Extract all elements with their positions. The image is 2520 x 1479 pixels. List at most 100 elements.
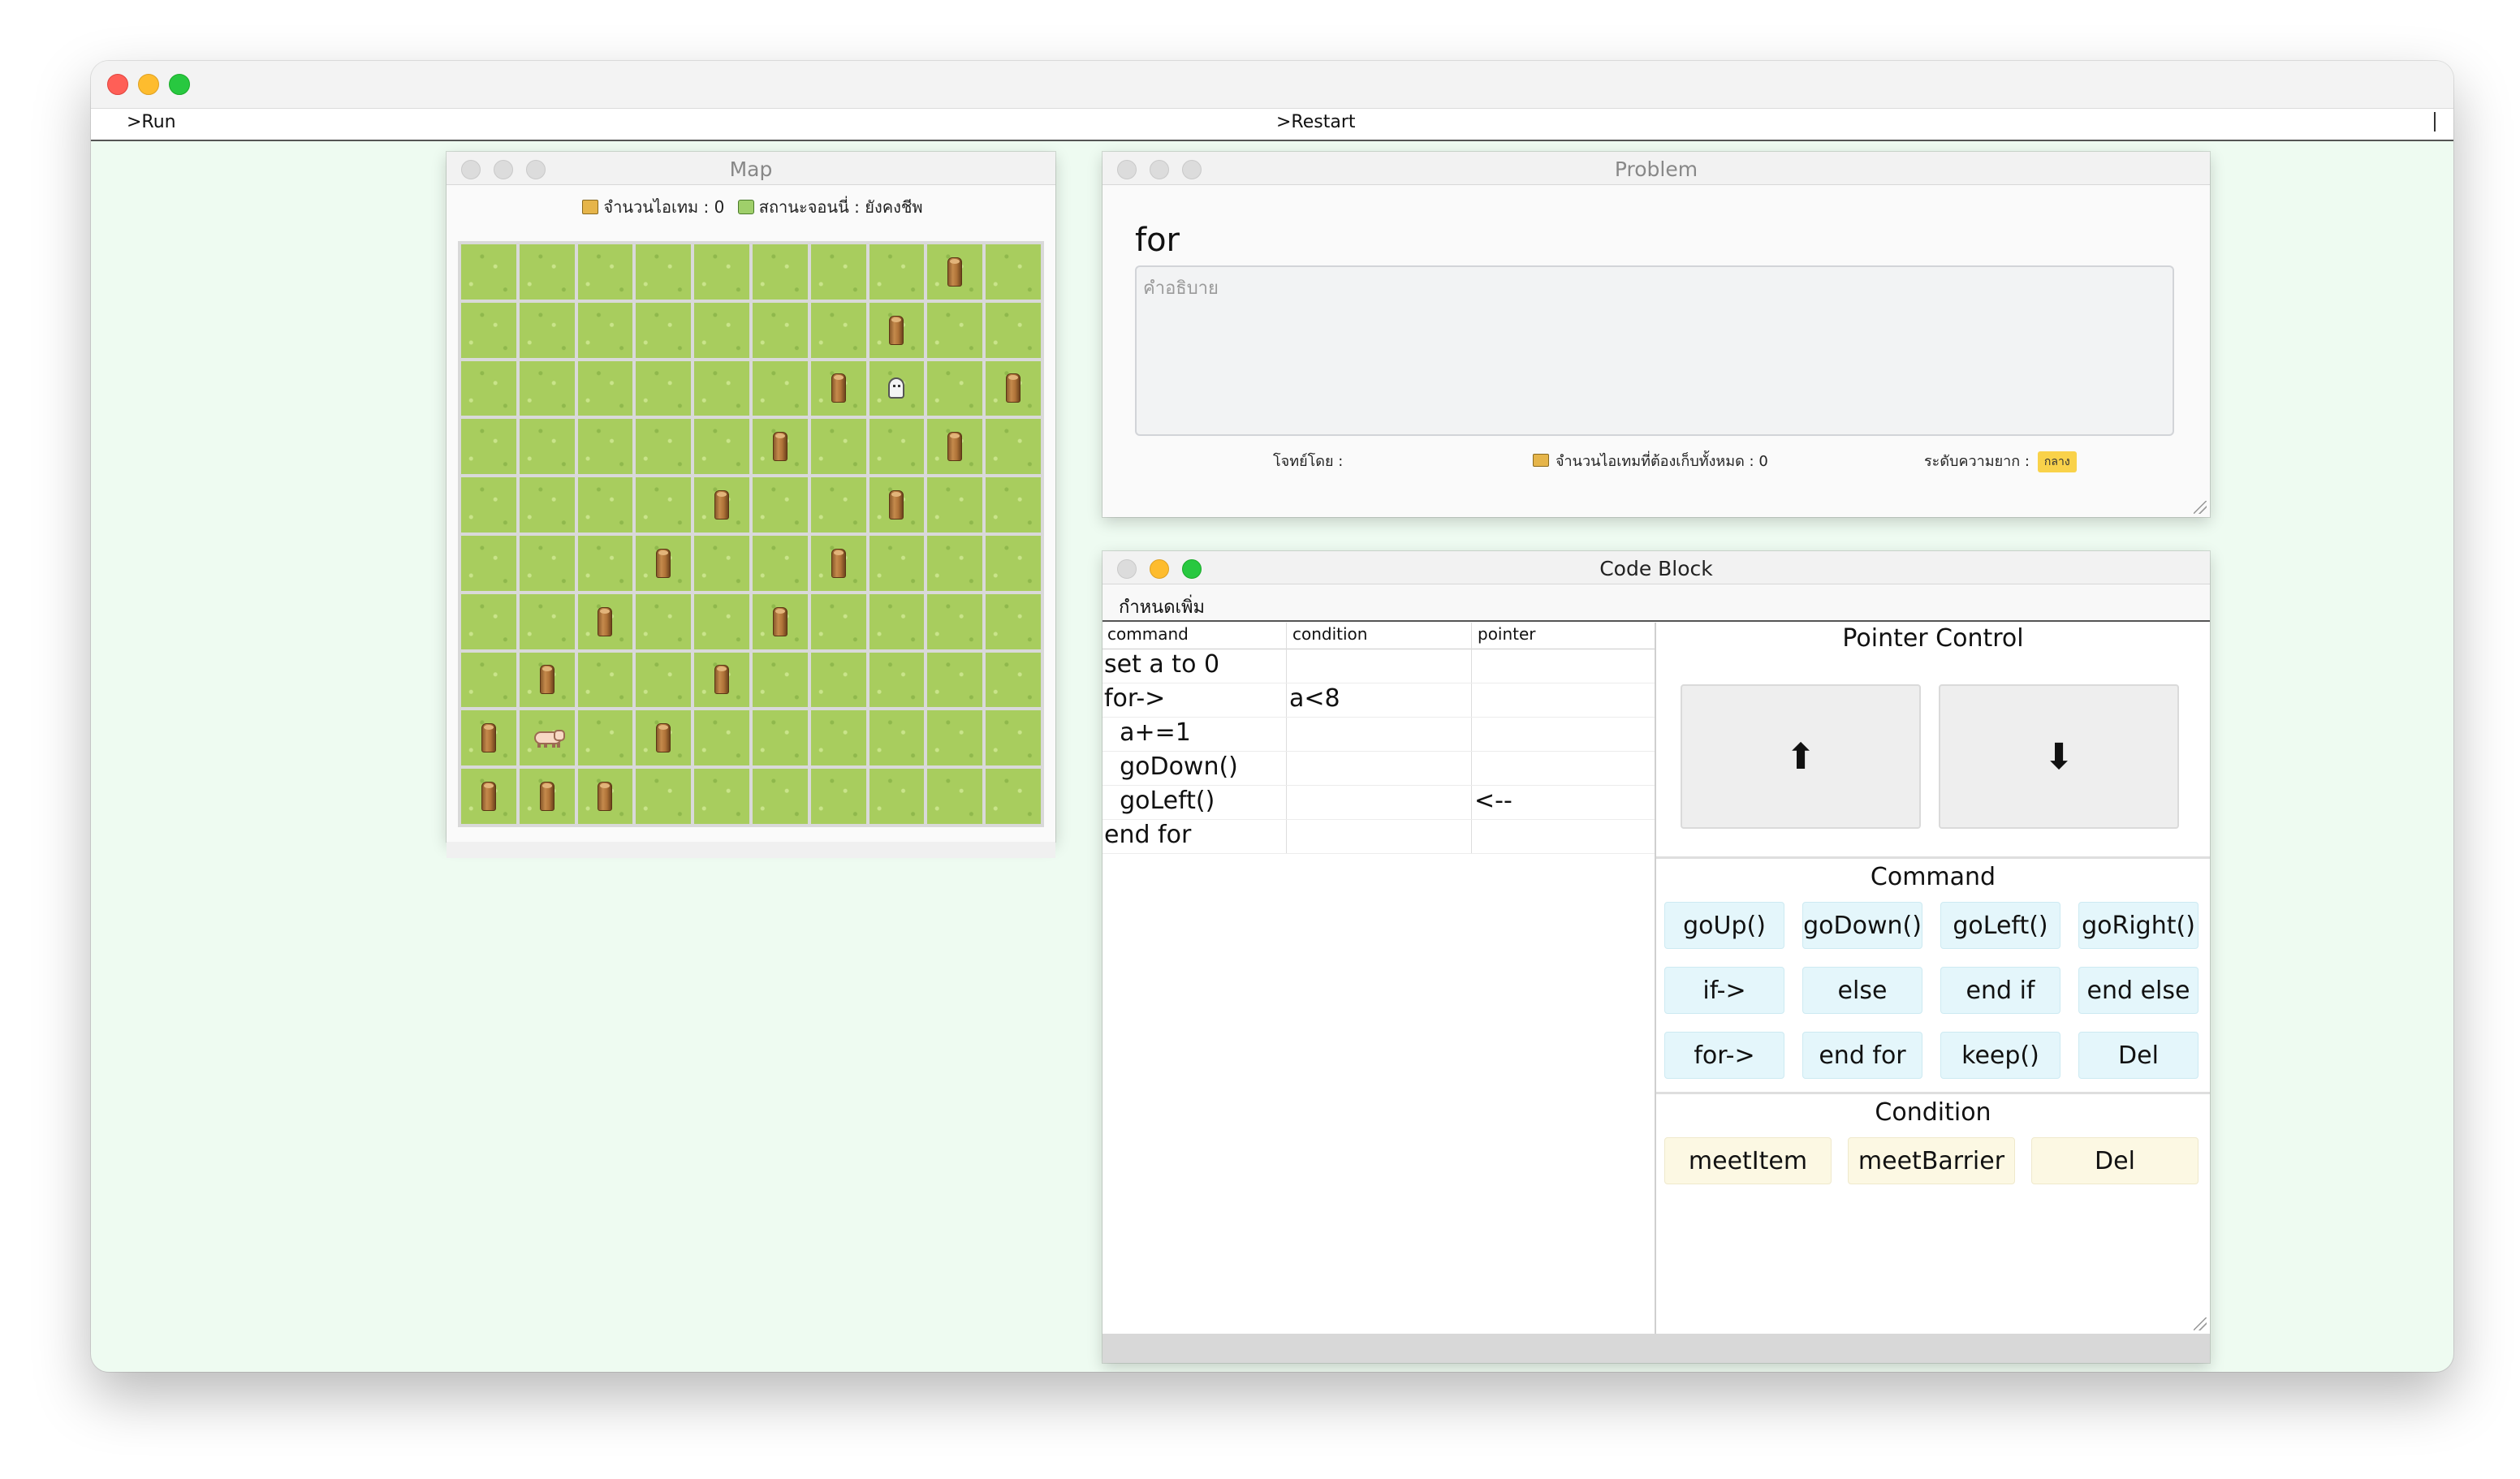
log-obstacle-icon	[889, 315, 904, 345]
command-column-header: command	[1107, 624, 1189, 644]
map-cell	[753, 302, 808, 358]
map-cell	[577, 769, 633, 824]
code-row[interactable]: for-> a<8	[1102, 683, 1655, 718]
map-cell	[869, 536, 925, 591]
command-button-if[interactable]: if->	[1664, 967, 1784, 1014]
map-cell	[927, 536, 983, 591]
code-block-titlebar: Code Block	[1102, 551, 2210, 584]
code-row[interactable]: a+=1	[1102, 717, 1655, 752]
pointer-cell: <--	[1474, 787, 1512, 815]
map-cell	[636, 302, 692, 358]
condition-button-meetitem[interactable]: meetItem	[1664, 1137, 1832, 1184]
item-count-label: จำนวนไอเทม : 0	[603, 197, 725, 217]
map-cell	[753, 244, 808, 300]
map-cell	[519, 360, 575, 416]
map-cell	[869, 652, 925, 708]
run-menu-item[interactable]: >Run	[127, 112, 176, 132]
condition-button-meetbarrier[interactable]: meetBarrier	[1848, 1137, 2015, 1184]
map-cell	[810, 536, 866, 591]
command-button-end-else[interactable]: end else	[2078, 967, 2199, 1014]
map-cell	[461, 710, 516, 766]
problem-titlebar: Problem	[1102, 152, 2210, 185]
command-cell: for->	[1104, 684, 1166, 713]
map-cell	[694, 477, 749, 533]
map-cell	[753, 360, 808, 416]
map-cell	[519, 536, 575, 591]
code-row[interactable]: goDown()	[1102, 751, 1655, 786]
resize-handle[interactable]	[2194, 1317, 2207, 1330]
map-cell	[519, 302, 575, 358]
problem-window: Problem for คำอธิบาย โจทย์โดย : จำนวนไอเ…	[1102, 152, 2210, 517]
map-cell	[636, 652, 692, 708]
log-obstacle-icon	[539, 782, 554, 812]
map-cell	[810, 477, 866, 533]
status-label: สถานะจอนนี่ : ยังคงชีพ	[758, 197, 923, 217]
map-cell	[577, 710, 633, 766]
zoom-window-button[interactable]	[169, 74, 190, 95]
section-divider	[1656, 1092, 2210, 1094]
log-obstacle-icon	[772, 606, 788, 636]
command-cell: a+=1	[1104, 718, 1191, 747]
difficulty-label: ระดับความยาก :	[1924, 453, 2030, 470]
condition-button-del[interactable]: Del	[2031, 1137, 2199, 1184]
difficulty-badge: กลาง	[2037, 451, 2077, 472]
map-cell	[927, 710, 983, 766]
code-row[interactable]: goLeft() <--	[1102, 785, 1655, 820]
command-button-goleft[interactable]: goLeft()	[1940, 902, 2060, 949]
map-cell	[694, 536, 749, 591]
command-button-goright[interactable]: goRight()	[2078, 902, 2199, 949]
map-cell	[927, 652, 983, 708]
map-cell	[810, 652, 866, 708]
map-cell	[810, 419, 866, 475]
map-cell	[810, 244, 866, 300]
map-cell	[986, 302, 1041, 358]
close-window-button[interactable]	[107, 74, 128, 95]
map-cell	[461, 477, 516, 533]
map-cell	[461, 652, 516, 708]
map-cell	[577, 477, 633, 533]
map-cell	[869, 477, 925, 533]
map-cell	[636, 360, 692, 416]
code-row[interactable]: end for	[1102, 819, 1655, 854]
command-button-keep[interactable]: keep()	[1940, 1032, 2060, 1079]
problem-name: for	[1135, 222, 1180, 259]
map-title: Map	[729, 157, 773, 181]
map-cell	[461, 536, 516, 591]
map-cell	[927, 244, 983, 300]
map-cell	[869, 419, 925, 475]
command-button-for[interactable]: for->	[1664, 1032, 1784, 1079]
app-window: >Run >Restart Map จำนวนไอเทม : 0 สถานะจอ…	[91, 61, 2453, 1372]
pointer-up-button[interactable]: ⬆	[1681, 684, 1921, 829]
command-button-goup[interactable]: goUp()	[1664, 902, 1784, 949]
code-row[interactable]: set a to 0	[1102, 649, 1655, 683]
minimize-window-button[interactable]	[138, 74, 159, 95]
restart-menu-item[interactable]: >Restart	[1276, 112, 1356, 132]
map-cell	[694, 652, 749, 708]
map-cell	[636, 769, 692, 824]
map-cell	[986, 419, 1041, 475]
pointer-down-button[interactable]: ⬇	[1939, 684, 2179, 829]
map-cell	[986, 769, 1041, 824]
problem-description-field[interactable]: คำอธิบาย	[1135, 265, 2174, 436]
map-cell	[753, 652, 808, 708]
map-cell	[519, 593, 575, 649]
command-button-del[interactable]: Del	[2078, 1032, 2199, 1079]
command-button-else[interactable]: else	[1802, 967, 1922, 1014]
define-more-menu-item[interactable]: กำหนดเพิ่ม	[1119, 593, 1205, 621]
command-button-end-for[interactable]: end for	[1802, 1032, 1922, 1079]
pointer-control-title: Pointer Control	[1842, 624, 2024, 653]
code-block-window: Code Block กำหนดเพิ่ม command condition …	[1102, 551, 2210, 1363]
map-cell	[636, 710, 692, 766]
command-button-end-if[interactable]: end if	[1940, 967, 2060, 1014]
map-cell	[810, 360, 866, 416]
map-cell	[927, 477, 983, 533]
command-button-godown[interactable]: goDown()	[1802, 902, 1922, 949]
log-obstacle-icon	[947, 432, 963, 462]
resize-handle[interactable]	[2194, 501, 2207, 514]
status-icon	[737, 200, 754, 214]
map-cell	[519, 769, 575, 824]
map-cell	[986, 710, 1041, 766]
section-divider	[1656, 856, 2210, 859]
window-titlebar	[91, 61, 2453, 109]
command-cell: set a to 0	[1104, 650, 1220, 679]
